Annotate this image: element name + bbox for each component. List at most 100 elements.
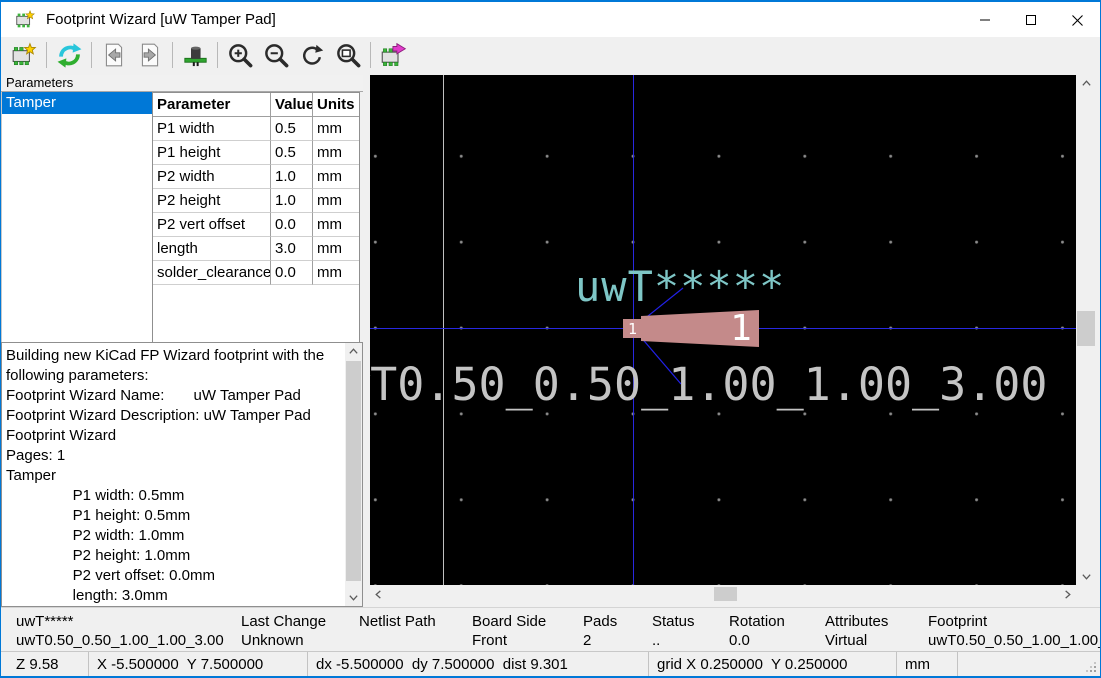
scroll-left-icon[interactable] [370,586,387,602]
value-text[interactable]: uwT0.50_0.50_1.00_1.00_3.00 [370,358,1048,411]
parameter-table-row[interactable]: P1 height 0.5 mm [153,141,359,165]
parameter-table-row[interactable]: P2 width 1.0 mm [153,165,359,189]
zoom-fit-button[interactable] [330,39,366,71]
parameter-table-row[interactable]: P1 width 0.5 mm [153,117,359,141]
status-field: Board Side Front [472,608,583,651]
previous-page-icon [101,42,127,68]
footprint-preview-canvas[interactable]: uwT***** uwT0.50_0.50_1.00_1.00_3.00 1 1 [370,75,1076,585]
parameter-name-cell: P2 width [153,165,271,189]
main-toolbar [1,37,1100,73]
message-panel-scrollbar[interactable] [345,343,362,606]
export-footprint-icon [380,42,407,69]
message-line: P2 height: 1.0mm [6,546,342,566]
parameter-value-cell[interactable]: 0.0 [271,213,313,237]
status-field: Status .. [652,608,729,651]
reference-text[interactable]: uwT***** [575,262,785,311]
status-field-label: Board Side [472,612,583,631]
scrollbar-thumb[interactable] [714,587,737,601]
maximize-icon [1025,14,1037,26]
parameter-units-cell: mm [313,237,359,261]
toolbar-separator [217,42,218,68]
parameter-units-cell: mm [313,117,359,141]
coordinate-status-cell: X -5.500000 Y 7.500000 [89,652,308,677]
export-footprint-button[interactable] [375,39,411,71]
parameter-name-cell: P2 height [153,189,271,213]
toolbar-separator [46,42,47,68]
close-button[interactable] [1054,2,1100,38]
parameter-value-cell[interactable]: 0.5 [271,141,313,165]
parameter-table: Parameter Value Units P1 width 0.5 mm P1… [152,92,360,342]
column-header-parameter[interactable]: Parameter [153,93,271,117]
footprint-wizard-window: Footprint Wizard [uW Tamper Pad] [0,0,1101,678]
message-line: Footprint Wizard Name: uW Tamper Pad [6,386,342,406]
parameter-table-row[interactable]: solder_clearance 0.0 mm [153,261,359,285]
coordinate-status-bar: Z 9.58X -5.500000 Y 7.500000dx -5.500000… [1,651,1101,677]
message-line: Footprint Wizard [6,426,342,446]
column-header-units[interactable]: Units [313,93,359,117]
scrollbar-thumb[interactable] [1077,311,1095,346]
zoom-out-button[interactable] [258,39,294,71]
parameter-table-row[interactable]: length 3.0 mm [153,237,359,261]
resize-grip[interactable] [1085,661,1098,674]
parameter-value-cell[interactable]: 1.0 [271,165,313,189]
status-field: uwT***** uwT0.50_0.50_1.00_1.00_3.00 [16,608,241,651]
scroll-down-icon[interactable] [1076,568,1096,585]
zoom-fit-icon [335,42,362,69]
message-line: P1 height: 0.5mm [6,506,342,526]
parameter-name-cell: length [153,237,271,261]
status-field: Attributes Virtual [825,608,928,651]
new-footprint-wizard-button[interactable] [6,39,42,71]
canvas-horizontal-scrollbar[interactable] [370,586,1076,602]
scrollbar-corner [1076,586,1096,602]
column-header-value[interactable]: Value [271,93,313,117]
parameter-units-cell: mm [313,213,359,237]
canvas-vertical-scrollbar[interactable] [1076,75,1096,585]
minimize-icon [979,14,991,26]
parameter-name-cell: P1 height [153,141,271,165]
zoom-in-button[interactable] [222,39,258,71]
status-field-value: uwT0.50_0.50_1.00_1.00_3.00 [928,631,1101,650]
parameter-table-row[interactable]: P2 vert offset 0.0 mm [153,213,359,237]
status-field: Pads 2 [583,608,652,651]
status-field-value: 2 [583,631,652,650]
close-icon [1071,14,1084,27]
message-panel: Building new KiCad FP Wizard footprint w… [1,342,363,607]
previous-page-button[interactable] [96,39,132,71]
minimize-button[interactable] [962,2,1008,38]
show-pads-button[interactable] [177,39,213,71]
page-list-item-tamper[interactable]: Tamper [2,92,152,114]
status-field: Rotation 0.0 [729,608,825,651]
parameter-table-row[interactable]: P2 height 1.0 mm [153,189,359,213]
parameter-units-cell: mm [313,261,359,285]
status-field-value: Unknown [241,631,359,650]
maximize-button[interactable] [1008,2,1054,38]
parameter-value-cell[interactable]: 1.0 [271,189,313,213]
window-title: Footprint Wizard [uW Tamper Pad] [46,11,276,28]
status-field-label: Last Change [241,612,359,631]
next-page-button[interactable] [132,39,168,71]
regenerate-footprint-button[interactable] [51,39,87,71]
scroll-right-icon[interactable] [1059,586,1076,602]
parameter-value-cell[interactable]: 3.0 [271,237,313,261]
redraw-view-button[interactable] [294,39,330,71]
message-line: Tamper [6,466,342,486]
coordinate-status-cell: dx -5.500000 dy 7.500000 dist 9.301 [308,652,649,677]
scroll-up-icon[interactable] [1076,75,1096,92]
redraw-icon [299,42,326,69]
parameter-units-cell: mm [313,141,359,165]
scroll-down-icon[interactable] [345,589,362,606]
status-field-label: Netlist Path [359,612,472,631]
next-page-icon [137,42,163,68]
status-field-value: Virtual [825,631,928,650]
scroll-up-icon[interactable] [345,343,362,360]
parameter-value-cell[interactable]: 0.5 [271,117,313,141]
scrollbar-thumb[interactable] [346,361,361,581]
toolbar-separator [370,42,371,68]
parameter-units-cell: mm [313,189,359,213]
parameter-table-header-row: Parameter Value Units [153,93,359,117]
message-log: Building new KiCad FP Wizard footprint w… [6,346,342,606]
toolbar-separator [172,42,173,68]
parameter-value-cell[interactable]: 0.0 [271,261,313,285]
status-field-label: Footprint [928,612,1101,631]
status-field-value: 0.0 [729,631,825,650]
